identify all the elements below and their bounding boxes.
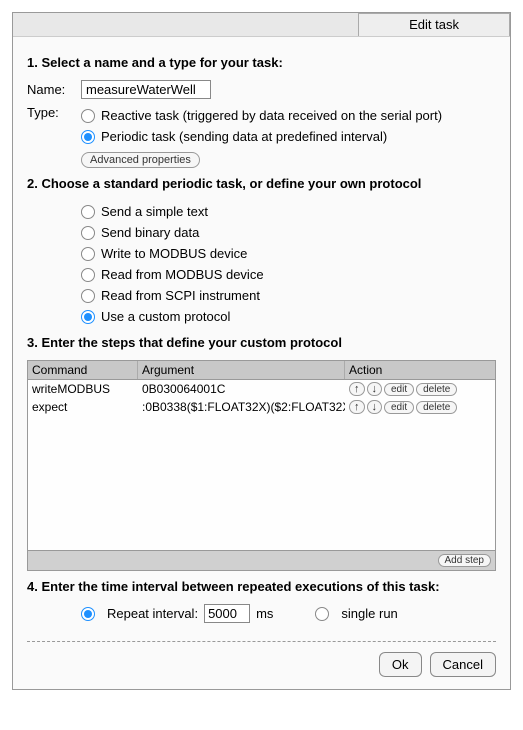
separator — [27, 641, 496, 642]
advanced-properties-button[interactable]: Advanced properties — [81, 152, 200, 168]
radio-simple-text[interactable] — [81, 205, 95, 219]
edit-task-panel: Edit task 1. Select a name and a type fo… — [12, 12, 511, 690]
radio-reactive-label[interactable]: Reactive task (triggered by data receive… — [101, 108, 442, 123]
radio-binary-data[interactable] — [81, 226, 95, 240]
tab-bar: Edit task — [13, 13, 510, 37]
move-up-button[interactable]: ↑ — [349, 382, 365, 396]
tab-edit-task[interactable]: Edit task — [358, 13, 510, 36]
col-argument: Argument — [138, 361, 345, 379]
repeat-interval-label: Repeat interval: — [107, 606, 198, 621]
section1-heading: 1. Select a name and a type for your tas… — [27, 55, 496, 70]
col-action: Action — [345, 361, 495, 379]
radio-custom-protocol[interactable] — [81, 310, 95, 324]
radio-read-scpi[interactable] — [81, 289, 95, 303]
radio-periodic[interactable] — [81, 130, 95, 144]
radio-read-modbus[interactable] — [81, 268, 95, 282]
single-run-label: single run — [341, 606, 397, 621]
name-input[interactable] — [81, 80, 211, 99]
cancel-button[interactable]: Cancel — [430, 652, 496, 677]
move-down-button[interactable]: ↓ — [367, 382, 383, 396]
protocol-options: Send a simple text Send binary data Writ… — [81, 201, 496, 327]
edit-step-button[interactable]: edit — [384, 383, 414, 396]
repeat-interval-input[interactable] — [204, 604, 250, 623]
steps-table: Command Argument Action writeMODBUS 0B03… — [27, 360, 496, 571]
ok-button[interactable]: Ok — [379, 652, 422, 677]
name-label: Name: — [27, 82, 81, 97]
move-up-button[interactable]: ↑ — [349, 400, 365, 414]
table-row: expect :0B0338($1:FLOAT32X)($2:FLOAT32X)… — [28, 398, 495, 416]
radio-reactive[interactable] — [81, 109, 95, 123]
section3-heading: 3. Enter the steps that define your cust… — [27, 335, 496, 350]
delete-step-button[interactable]: delete — [416, 401, 457, 414]
repeat-interval-unit: ms — [256, 606, 273, 621]
col-command: Command — [28, 361, 138, 379]
edit-step-button[interactable]: edit — [384, 401, 414, 414]
radio-single-run[interactable] — [315, 607, 329, 621]
radio-write-modbus[interactable] — [81, 247, 95, 261]
type-label: Type: — [27, 105, 81, 120]
section2-heading: 2. Choose a standard periodic task, or d… — [27, 176, 496, 191]
section4-heading: 4. Enter the time interval between repea… — [27, 579, 496, 594]
radio-periodic-label[interactable]: Periodic task (sending data at predefine… — [101, 129, 387, 144]
move-down-button[interactable]: ↓ — [367, 400, 383, 414]
radio-repeat-interval[interactable] — [81, 607, 95, 621]
add-step-button[interactable]: Add step — [438, 554, 491, 567]
delete-step-button[interactable]: delete — [416, 383, 457, 396]
table-row: writeMODBUS 0B030064001C ↑ ↓ edit delete — [28, 380, 495, 398]
